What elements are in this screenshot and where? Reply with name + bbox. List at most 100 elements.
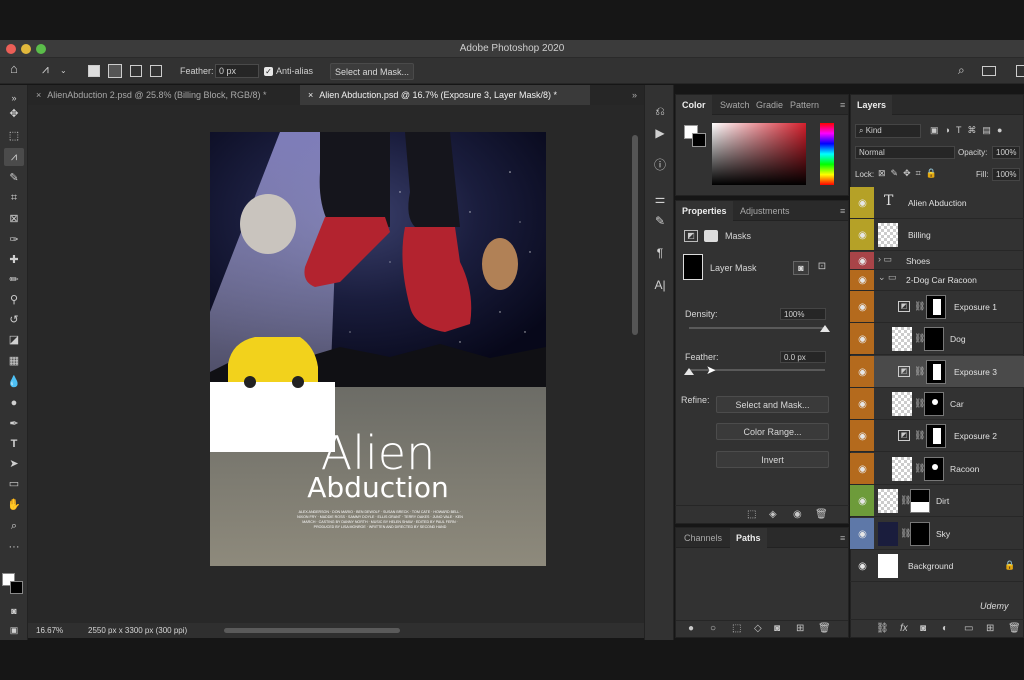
panel-menu-icon[interactable]: ≡ — [834, 528, 851, 548]
search-icon[interactable]: ⌕ — [958, 62, 965, 78]
tab-overflow-icon[interactable]: » — [624, 85, 642, 105]
density-input[interactable]: 100% — [780, 308, 826, 320]
layer-row[interactable]: ◉ ⌄ ▭ 2-Dog Car Racoon — [850, 270, 1024, 291]
visibility-eye-icon[interactable]: ◉ — [857, 496, 868, 507]
layer-thumbnail[interactable] — [892, 327, 912, 351]
tab-paths[interactable]: Paths — [730, 528, 767, 548]
background-color-swatch[interactable] — [10, 581, 23, 594]
subtract-from-selection-icon[interactable] — [130, 65, 142, 77]
tool-preset-chevron-down-icon[interactable]: ⌄ — [60, 63, 67, 79]
pen-tool-icon[interactable]: ✒ — [4, 415, 24, 433]
mask-link-icon[interactable]: ⛓ — [914, 301, 925, 312]
layer-row[interactable]: ◉ ⛓ Car — [850, 388, 1024, 420]
type-tool-icon[interactable]: T — [4, 435, 24, 453]
hue-slider[interactable] — [820, 123, 834, 185]
invert-button[interactable]: Invert — [716, 451, 829, 468]
crop-tool-icon[interactable]: ⌗ — [4, 189, 24, 207]
eyedropper-tool-icon[interactable]: ✑ — [4, 231, 24, 249]
visibility-eye-icon[interactable]: ◉ — [857, 399, 868, 410]
healing-brush-tool-icon[interactable]: ✚ — [4, 251, 24, 269]
visibility-eye-icon[interactable]: ◉ — [857, 561, 868, 572]
move-tool-icon[interactable]: ✥ — [4, 105, 24, 123]
rectangle-tool-icon[interactable]: ▭ — [4, 475, 24, 493]
tab-properties[interactable]: Properties — [676, 201, 733, 221]
new-layer-icon[interactable]: ⊞ — [986, 623, 994, 634]
filter-kind-select[interactable]: ⌕ Kind — [855, 124, 921, 138]
tab-close-icon[interactable]: × — [36, 90, 41, 100]
add-vector-mask-button[interactable]: ⊡ — [814, 261, 830, 275]
frame-tool-icon[interactable]: ⊠ — [4, 210, 24, 228]
density-slider[interactable] — [689, 327, 825, 329]
layer-thumbnail[interactable] — [878, 489, 898, 513]
layer-style-icon[interactable]: fx — [900, 623, 908, 634]
layer-row[interactable]: ◉ ⛓ Sky — [850, 518, 1024, 550]
delete-path-icon[interactable]: 🗑 — [818, 623, 831, 634]
layer-row[interactable]: ◉ ◩ ⛓ Exposure 2 — [850, 420, 1024, 452]
brush-tool-icon[interactable]: ✏ — [4, 271, 24, 289]
edit-toolbar-icon[interactable]: ··· — [4, 538, 24, 556]
visibility-eye-icon[interactable]: ◉ — [857, 431, 868, 442]
vertical-scrollbar[interactable] — [632, 135, 638, 335]
layer-row[interactable]: ◉ T Alien Abduction — [850, 187, 1024, 219]
layer-filter-icons[interactable]: ▣◑T⌘▤● — [930, 125, 1008, 136]
visibility-eye-icon[interactable]: ◉ — [857, 256, 868, 267]
fill-path-icon[interactable]: ● — [688, 623, 694, 634]
load-selection-icon[interactable]: ⬚ — [747, 509, 756, 520]
history-brush-tool-icon[interactable]: ↺ — [4, 311, 24, 329]
tab-alien-abduction[interactable]: × Alien Abduction.psd @ 16.7% (Exposure 3… — [300, 85, 590, 105]
apply-mask-icon[interactable]: ◈ — [769, 509, 777, 520]
select-and-mask-panel-button[interactable]: Select and Mask... — [716, 396, 829, 413]
opacity-input[interactable]: 100% — [992, 146, 1020, 159]
document-canvas[interactable]: Alien Abduction ALEX ANDERSON · DON MARI… — [210, 132, 546, 566]
select-and-mask-button[interactable]: Select and Mask... — [330, 63, 414, 80]
group-expanded-icon[interactable]: ⌄ ▭ — [878, 272, 897, 283]
lasso-tool-icon[interactable]: ⩘ — [4, 148, 24, 166]
layer-thumbnail[interactable] — [878, 522, 898, 546]
lock-icon[interactable]: 🔒 — [1004, 560, 1015, 571]
delete-mask-icon[interactable]: 🗑 — [815, 509, 828, 520]
layer-thumbnail[interactable] — [878, 554, 898, 578]
visibility-eye-icon[interactable]: ◉ — [857, 529, 868, 540]
new-selection-icon[interactable] — [88, 65, 100, 77]
blur-tool-icon[interactable]: 💧 — [4, 373, 24, 391]
mask-thumbnail[interactable] — [924, 457, 944, 481]
layer-row[interactable]: ◉ 🔒 Background — [850, 550, 1024, 582]
lock-icons[interactable]: ⊠✎✥⌗🔒 — [878, 168, 942, 179]
color-range-button[interactable]: Color Range... — [716, 423, 829, 440]
new-group-icon[interactable]: ▭ — [964, 623, 973, 634]
gradient-tool-icon[interactable]: ▦ — [4, 352, 24, 370]
mask-thumbnail[interactable] — [924, 327, 944, 351]
layer-thumbnail[interactable] — [892, 392, 912, 416]
visibility-eye-icon[interactable]: ◉ — [857, 464, 868, 475]
layer-row[interactable]: ◉ ⛓ Racoon — [850, 453, 1024, 485]
new-adjustment-layer-icon[interactable]: ◐ — [942, 623, 948, 634]
horizontal-scrollbar[interactable] — [224, 628, 400, 633]
layer-row[interactable]: ◉ ◩ ⛓ Exposure 1 — [850, 291, 1024, 323]
tab-channels[interactable]: Channels — [678, 528, 728, 548]
visibility-eye-icon[interactable]: ◉ — [857, 367, 868, 378]
actions-play-icon[interactable]: ▶ — [652, 125, 668, 141]
load-path-selection-icon[interactable]: ⬚ — [732, 623, 741, 634]
layer-row[interactable]: ◉ ◩ ⛓ Exposure 3 — [850, 356, 1024, 388]
layer-thumbnail[interactable] — [892, 457, 912, 481]
layer-row[interactable]: ◉ ⛓ Dirt — [850, 485, 1024, 517]
path-selection-tool-icon[interactable]: ➤ — [4, 455, 24, 473]
mask-link-icon[interactable]: ⛓ — [914, 366, 925, 377]
add-mask-icon[interactable]: ◙ — [774, 623, 780, 634]
clone-stamp-tool-icon[interactable]: ⚲ — [4, 291, 24, 309]
workspace-icon[interactable] — [982, 66, 996, 76]
brushes-icon[interactable]: ✎ — [652, 213, 668, 229]
share-icon[interactable] — [1016, 65, 1024, 77]
link-layers-icon[interactable]: ⛓ — [876, 623, 889, 634]
panel-menu-icon[interactable]: ≡ — [834, 95, 851, 115]
mask-thumbnail[interactable] — [926, 424, 946, 448]
layer-row[interactable]: ◉ ⛓ Dog — [850, 323, 1024, 355]
panel-menu-icon[interactable]: ≡ — [834, 201, 851, 221]
group-collapsed-icon[interactable]: › ▭ — [878, 254, 892, 265]
layer-thumbnail[interactable] — [878, 223, 898, 247]
work-path-icon[interactable]: ◇ — [754, 623, 762, 634]
visibility-eye-icon[interactable]: ◉ — [857, 302, 868, 313]
brush-settings-icon[interactable]: ⚌ — [652, 191, 668, 207]
polygonal-lasso-icon[interactable]: ⩘ — [42, 61, 49, 77]
background-color-chip[interactable] — [692, 133, 706, 147]
